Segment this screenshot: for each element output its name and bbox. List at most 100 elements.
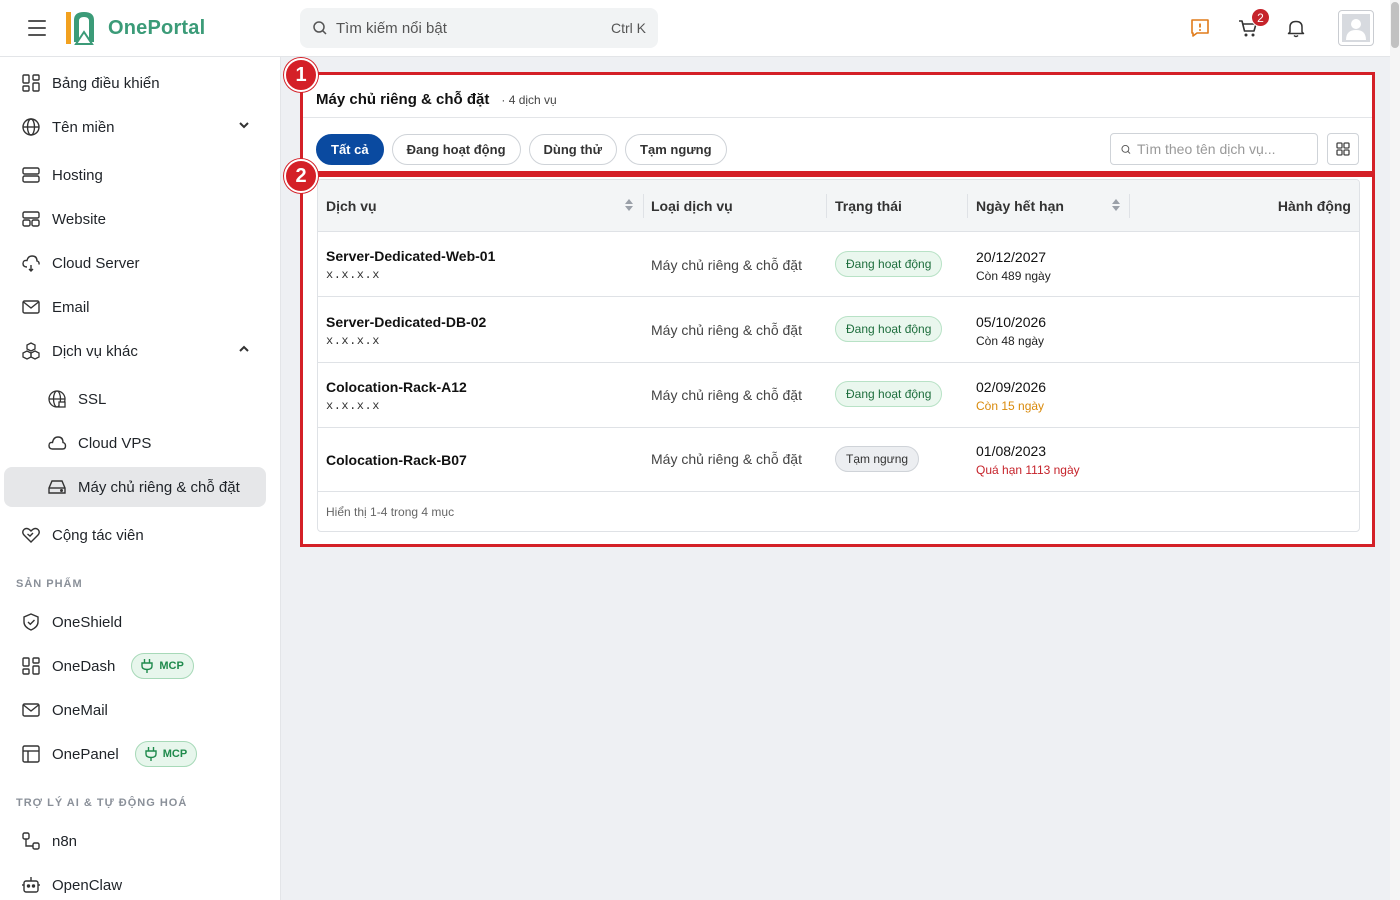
days-remaining: Còn 489 ngày [976,269,1051,283]
tab-active[interactable]: Đang hoạt động [391,134,521,165]
ssl-globe-icon [46,388,68,410]
grid-view-button[interactable] [1327,133,1359,165]
user-avatar-icon[interactable] [1338,10,1374,46]
annotation-marker-1: 1 [284,58,318,92]
boxes-icon [20,340,42,362]
robot-icon [20,874,42,896]
search-icon [313,21,327,35]
service-search[interactable] [1110,133,1318,165]
search-icon [1121,144,1131,154]
sort-icon[interactable] [1111,197,1121,213]
days-remaining: Còn 15 ngày [976,399,1045,413]
status-badge: Đang hoạt động [835,381,943,407]
service-search-input[interactable] [1137,141,1307,157]
handshake-heart-icon [20,524,42,546]
logo-icon [66,12,94,45]
status-badge: Tạm ngưng [835,446,920,472]
mcp-badge-label: MCP [162,748,188,760]
mail-icon [20,699,42,721]
server-icon [20,164,42,186]
sidebar-item-openclaw[interactable]: OpenClaw [4,865,266,900]
service-ip: x.x.x.x [326,268,380,282]
sidebar-item-label: SSL [78,390,107,408]
chevron-up-icon[interactable] [238,343,250,355]
feedback-icon[interactable] [1186,14,1214,42]
days-overdue: Quá hạn 1113 ngày [976,463,1080,477]
sidebar-item-label: Dịch vụ khác [52,342,138,360]
sidebar-item-onepanel[interactable]: OnePanel MCP [4,734,266,774]
table-row[interactable]: Server-Dedicated-DB-02 x.x.x.x Máy chủ r… [318,297,1359,363]
column-header-status: Trạng thái [835,198,902,214]
dashboard-icon [20,655,42,677]
table-row[interactable]: Server-Dedicated-Web-01 x.x.x.x Máy chủ … [318,232,1359,297]
cloud-icon [46,432,68,454]
sidebar-item-n8n[interactable]: n8n [4,821,266,861]
sidebar-item-ssl[interactable]: SSL [4,379,266,419]
sidebar-item-onemail[interactable]: OneMail [4,690,266,730]
pagination-info: Hiển thị 1-4 trong 4 mục [326,505,455,519]
sidebar-item-oneshield[interactable]: OneShield [4,602,266,642]
services-table: Dịch vụ Loại dịch vụ Trạng thái Ngày hết… [317,179,1360,532]
service-name[interactable]: Server-Dedicated-DB-02 [326,314,486,330]
table-row[interactable]: Colocation-Rack-B07 Máy chủ riêng & chỗ … [318,428,1359,492]
sidebar-item-website[interactable]: Website [4,199,266,239]
bell-icon[interactable] [1282,14,1310,42]
services-table-panel: Dịch vụ Loại dịch vụ Trạng thái Ngày hết… [300,174,1375,547]
mcp-badge: MCP [134,741,198,767]
sidebar-item-affiliate[interactable]: Cộng tác viên [4,515,266,555]
sidebar-item-dashboard[interactable]: Bảng điều khiển [4,63,266,103]
global-search[interactable]: Ctrl K [300,8,658,48]
service-count: · 4 dịch vụ [501,93,557,107]
hard-drive-icon [46,476,68,498]
page-title: Máy chủ riêng & chỗ đặt [316,91,490,108]
tab-all[interactable]: Tất cả [316,134,384,165]
sidebar-item-email[interactable]: Email [4,287,266,327]
service-name[interactable]: Colocation-Rack-B07 [326,452,467,468]
expiry-date: 05/10/2026 [976,314,1047,330]
sidebar-item-dedicated-colocation[interactable]: Máy chủ riêng & chỗ đặt [4,467,266,507]
sidebar-item-domains[interactable]: Tên miền [4,107,266,147]
service-type: Máy chủ riêng & chỗ đặt [651,451,802,467]
expiry-date: 02/09/2026 [976,379,1047,395]
sidebar-item-label: Email [52,298,90,316]
column-separator [967,194,968,218]
filter-tabs: Tất cả Đang hoạt động Dùng thử Tạm ngưng [316,134,727,165]
column-header-type: Loại dịch vụ [651,198,733,214]
scrollbar-thumb[interactable] [1391,2,1399,48]
mcp-badge-label: MCP [159,660,184,672]
global-search-input[interactable] [336,19,596,37]
top-header: OnePortal Ctrl K 2 [0,0,1400,57]
sidebar-item-onedash[interactable]: OneDash MCP [4,646,266,686]
column-separator [826,194,827,218]
sidebar-item-hosting[interactable]: Hosting [4,155,266,195]
chevron-down-icon[interactable] [238,119,250,131]
sidebar-item-label: Cộng tác viên [52,526,144,544]
service-name[interactable]: Server-Dedicated-Web-01 [326,248,495,264]
table-row[interactable]: Colocation-Rack-A12 x.x.x.x Máy chủ riên… [318,363,1359,428]
sidebar-item-other-services[interactable]: Dịch vụ khác [4,331,266,371]
days-remaining: Còn 48 ngày [976,334,1045,348]
mail-icon [20,296,42,318]
table-header: Dịch vụ Loại dịch vụ Trạng thái Ngày hết… [318,180,1359,232]
divider [303,117,1372,118]
tab-trial[interactable]: Dùng thử [528,134,618,165]
sidebar: Bảng điều khiển Tên miền Hosting Website… [0,57,281,900]
page-scrollbar[interactable] [1390,0,1400,900]
sidebar-item-label: Hosting [52,166,103,184]
menu-icon[interactable] [26,18,48,38]
column-header-expiry[interactable]: Ngày hết hạn [976,180,1064,232]
cart-icon[interactable]: 2 [1234,8,1270,42]
cart-count-badge: 2 [1251,8,1270,27]
tab-suspended[interactable]: Tạm ngưng [625,134,727,165]
sort-icon[interactable] [624,197,634,213]
logo[interactable]: OnePortal [64,10,205,46]
column-header-service[interactable]: Dịch vụ [326,180,377,232]
search-shortcut: Ctrl K [611,20,646,36]
website-icon [20,208,42,230]
service-name[interactable]: Colocation-Rack-A12 [326,379,467,395]
plug-icon [141,659,154,673]
sidebar-item-cloud-vps[interactable]: Cloud VPS [4,423,266,463]
expiry-date: 01/08/2023 [976,443,1047,459]
sidebar-item-cloud-server[interactable]: Cloud Server [4,243,266,283]
column-separator [643,194,644,218]
